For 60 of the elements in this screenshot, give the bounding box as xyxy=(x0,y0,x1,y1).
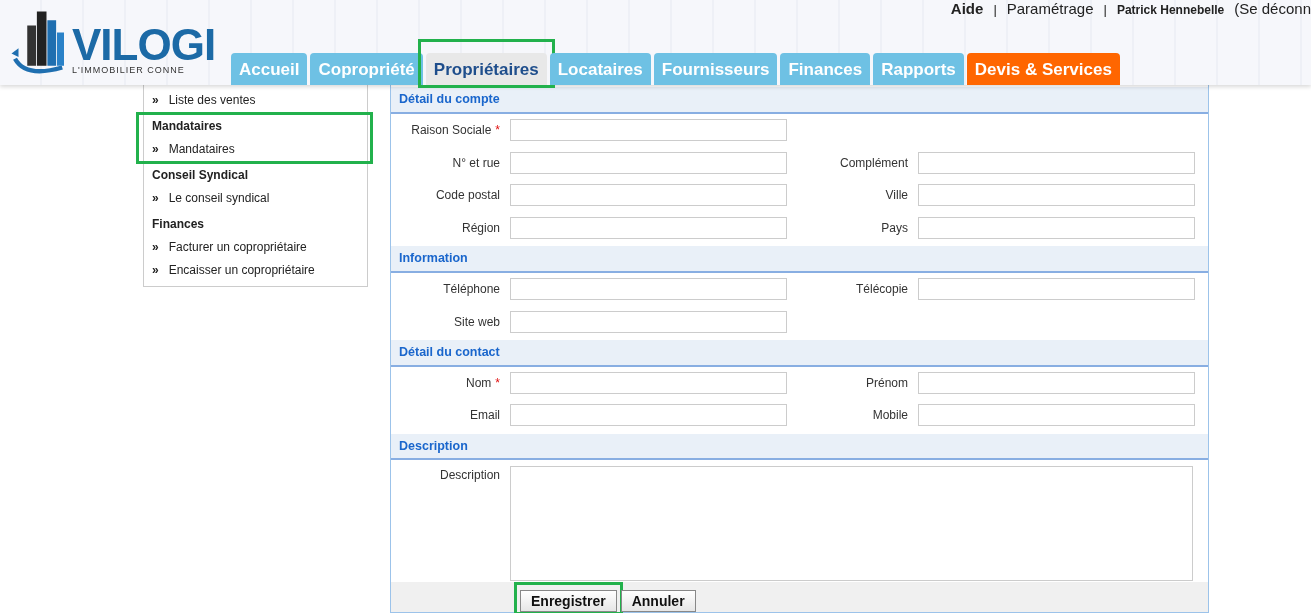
separator: | xyxy=(1103,2,1107,17)
bullet-glyph: » xyxy=(152,190,159,207)
field-label: Email xyxy=(470,408,500,423)
section-title: Détail du compte xyxy=(399,92,500,107)
field-label: Complément xyxy=(839,155,908,170)
field-label: Téléphone xyxy=(443,281,500,296)
logo-tagline: L'IMMOBILIER CONNE xyxy=(72,64,186,75)
top-link[interactable]: Paramétrage xyxy=(1006,0,1094,17)
field-label: Région xyxy=(461,220,500,235)
sidebar-heading: Conseil Syndical xyxy=(152,167,250,184)
bullet-glyph: » xyxy=(152,239,159,256)
field-label: Code postal xyxy=(435,188,500,203)
form-button[interactable]: Enregistrer xyxy=(520,590,617,612)
field-label: Description xyxy=(439,468,500,483)
field-label: Nom xyxy=(466,375,492,390)
field-label: N° et rue xyxy=(452,155,500,170)
section-title: Description xyxy=(399,439,468,454)
text-field[interactable] xyxy=(510,404,787,427)
top-link[interactable]: Aide xyxy=(950,0,984,17)
text-field[interactable] xyxy=(918,277,1195,300)
text-field[interactable] xyxy=(918,371,1195,394)
sidebar-heading: Mandataires xyxy=(152,118,224,135)
sidebar-link[interactable]: Liste des ventes xyxy=(168,89,256,112)
sidebar-link[interactable]: Encaisser un copropriétaire xyxy=(168,259,315,282)
text-field[interactable] xyxy=(510,184,787,207)
bullet-glyph: » xyxy=(152,262,159,279)
field-label: Site web xyxy=(453,314,500,329)
logo-name: VILOGI xyxy=(72,24,216,65)
text-field[interactable] xyxy=(510,277,787,300)
field-label: Mobile xyxy=(872,408,908,423)
text-field[interactable] xyxy=(918,216,1195,239)
field-label: Prénom xyxy=(865,375,908,390)
text-field[interactable] xyxy=(918,404,1195,427)
bullet-glyph: » xyxy=(152,141,159,158)
bullet-glyph: » xyxy=(152,92,159,109)
text-field[interactable] xyxy=(510,371,787,394)
text-area[interactable] xyxy=(510,466,1193,582)
field-label: Télécopie xyxy=(855,281,908,296)
section-title: Détail du contact xyxy=(399,345,500,360)
nav-tab[interactable]: Propriétaires xyxy=(425,53,547,85)
user-name: Patrick Hennebelle xyxy=(1116,3,1225,17)
field-label: Ville xyxy=(885,188,908,203)
required-mark: * xyxy=(495,122,500,137)
sidebar-link[interactable]: Mandataires xyxy=(168,138,235,161)
text-field[interactable] xyxy=(510,151,787,174)
required-mark: * xyxy=(495,375,500,390)
sidebar-link[interactable]: Le conseil syndical xyxy=(168,187,270,210)
text-field[interactable] xyxy=(918,184,1195,207)
field-label: Raison Sociale xyxy=(411,122,492,137)
text-field[interactable] xyxy=(510,310,787,333)
form-button[interactable]: Annuler xyxy=(620,590,696,612)
text-field[interactable] xyxy=(918,151,1195,174)
sidebar-link[interactable]: Facturer un copropriétaire xyxy=(168,236,307,259)
sidebar-heading: Finances xyxy=(152,216,206,233)
section-title: Information xyxy=(399,251,468,266)
text-field[interactable] xyxy=(510,118,787,141)
text-field[interactable] xyxy=(510,216,787,239)
top-link[interactable]: (Se déconn xyxy=(1234,0,1311,17)
separator: | xyxy=(993,2,997,17)
field-label: Pays xyxy=(881,220,908,235)
